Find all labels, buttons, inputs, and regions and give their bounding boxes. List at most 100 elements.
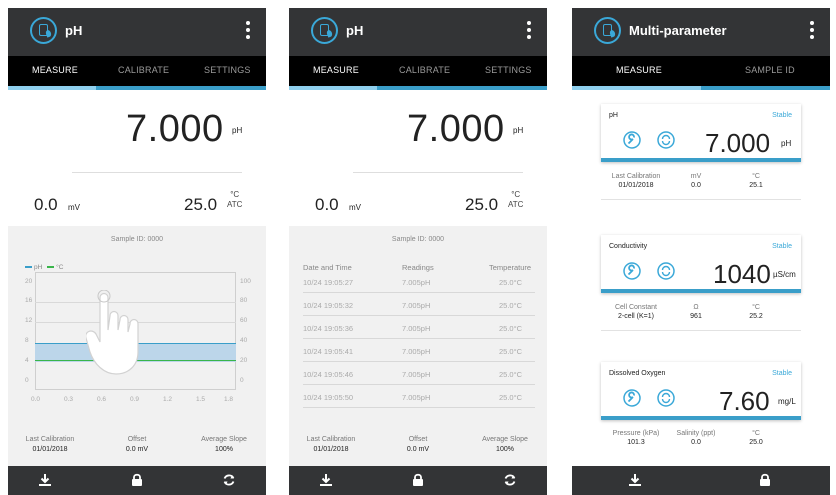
card-accent-bar: [601, 158, 801, 162]
y2-tick: 60: [240, 317, 248, 324]
y2-tick: 0: [240, 377, 244, 384]
mv-unit: mV: [68, 203, 80, 212]
tab-measure[interactable]: MEASURE: [313, 65, 359, 75]
x-tick: 1.8: [224, 396, 234, 403]
wrench-icon[interactable]: [623, 262, 641, 280]
card-title: pH: [609, 112, 618, 119]
y-tick: 12: [25, 317, 33, 324]
refresh-icon[interactable]: [222, 473, 236, 487]
tab-indicator: [289, 86, 547, 90]
kebab-menu-icon[interactable]: [246, 21, 250, 41]
water-drop-meter-icon[interactable]: [30, 17, 57, 44]
bottom-bar: [289, 466, 547, 495]
y-tick: 16: [25, 297, 33, 304]
card-dissolved-oxygen[interactable]: Dissolved Oxygen Stable 7.60 mg/L: [601, 362, 801, 420]
kebab-menu-icon[interactable]: [527, 21, 531, 41]
tab-settings[interactable]: SETTINGS: [485, 65, 532, 75]
download-icon[interactable]: [38, 473, 52, 487]
app-title: Multi-parameter: [629, 23, 727, 38]
x-tick: 1.5: [196, 396, 206, 403]
sample-id: Sample ID: 0000: [110, 236, 164, 243]
divider: [601, 330, 801, 331]
ph-reading: 7.000: [407, 108, 505, 150]
offset: Offset 0.0 mV: [406, 436, 430, 453]
tab-sample-id[interactable]: SAMPLE ID: [745, 65, 795, 75]
divider: [72, 172, 242, 173]
app-bar: pH: [8, 8, 266, 56]
refresh-icon[interactable]: [503, 473, 517, 487]
mv-unit: mV: [349, 203, 361, 212]
col-header-date: Date and Time: [303, 263, 352, 272]
last-calibration: Last Calibration 01/01/2018: [25, 436, 75, 453]
app-title: pH: [65, 23, 83, 38]
bottom-bar: [572, 466, 830, 495]
ph-reading: 7.000: [705, 128, 771, 158]
tab-measure[interactable]: MEASURE: [32, 65, 78, 75]
wrench-icon[interactable]: [623, 131, 641, 149]
tab-calibrate[interactable]: CALIBRATE: [399, 65, 450, 75]
conductivity-unit: µS/cm: [773, 270, 796, 279]
card-conductivity[interactable]: Conductivity Stable 1040 µS/cm: [601, 235, 801, 293]
screen-multi-parameter: Multi-parameter MEASURE SAMPLE ID pH Sta…: [572, 8, 830, 495]
readings-panel: Sample ID: 0000 Date and Time Readings T…: [289, 226, 547, 466]
ph-unit: pH: [781, 139, 792, 148]
download-icon[interactable]: [319, 473, 333, 487]
tab-indicator: [572, 86, 830, 90]
col-header-temperature: Temperature: [489, 263, 532, 272]
kebab-menu-icon[interactable]: [810, 21, 814, 41]
sync-icon[interactable]: [657, 262, 675, 280]
status-badge: Stable: [772, 370, 792, 377]
table-row[interactable]: 10/24 19:05:27 7.005pH 25.0°C: [303, 274, 535, 293]
water-drop-meter-icon[interactable]: [311, 17, 338, 44]
download-icon[interactable]: [628, 473, 642, 487]
last-calibration: Last Calibration 01/01/2018: [306, 436, 356, 453]
y2-tick: 40: [240, 337, 248, 344]
sample-id: Sample ID: 0000: [391, 236, 445, 243]
chart-legend: pH °C: [25, 264, 63, 271]
app-title: pH: [346, 23, 364, 38]
wrench-icon[interactable]: [623, 389, 641, 407]
temp-reading: 25.0: [184, 195, 218, 214]
card-accent-bar: [601, 289, 801, 293]
lock-icon[interactable]: [411, 473, 425, 487]
y-tick: 0: [25, 377, 29, 384]
table-row[interactable]: 10/24 19:05:36 7.005pH 25.0°C: [303, 320, 535, 339]
legend-temp: °C: [56, 264, 64, 271]
water-drop-meter-icon[interactable]: [594, 17, 621, 44]
app-bar: Multi-parameter: [572, 8, 830, 56]
legend-ph: pH: [34, 264, 43, 271]
ph-unit: pH: [513, 126, 524, 135]
ph-unit: pH: [232, 126, 243, 135]
lock-icon[interactable]: [130, 473, 144, 487]
offset: Offset 0.0 mV: [125, 436, 149, 453]
ph-reading: 7.000: [126, 108, 224, 150]
card-accent-bar: [601, 416, 801, 420]
tab-bar: MEASURE SAMPLE ID: [572, 56, 830, 86]
col-header-readings: Readings: [402, 263, 434, 272]
sync-icon[interactable]: [657, 389, 675, 407]
tab-settings[interactable]: SETTINGS: [204, 65, 251, 75]
sync-icon[interactable]: [657, 131, 675, 149]
table-row[interactable]: 10/24 19:05:41 7.005pH 25.0°C: [303, 343, 535, 362]
mv-reading: 0.0: [315, 195, 339, 214]
table-row[interactable]: 10/24 19:05:32 7.005pH 25.0°C: [303, 297, 535, 316]
lock-icon[interactable]: [758, 473, 772, 487]
card-title: Conductivity: [609, 243, 648, 250]
table-row[interactable]: 10/24 19:05:50 7.005pH 25.0°C: [303, 389, 535, 408]
screen-ph-measure-table: pH MEASURE CALIBRATE SETTINGS 7.000 pH 0…: [289, 8, 547, 495]
app-bar: pH: [289, 8, 547, 56]
average-slope: Average Slope 100%: [201, 436, 247, 453]
conductivity-reading: 1040: [713, 259, 771, 289]
tab-measure[interactable]: MEASURE: [616, 65, 662, 75]
screen-ph-measure-graph: pH MEASURE CALIBRATE SETTINGS 7.000 pH 0…: [8, 8, 266, 495]
card-ph[interactable]: pH Stable 7.000 pH: [601, 104, 801, 162]
bottom-bar: [8, 466, 266, 495]
y2-tick: 20: [240, 357, 248, 364]
card-title: Dissolved Oxygen: [609, 370, 666, 377]
graph-panel: Sample ID: 0000 pH °C 20 16 12 8 4 0 100…: [8, 226, 266, 466]
touch-gesture-icon: [86, 290, 139, 375]
table-row[interactable]: 10/24 19:05:46 7.005pH 25.0°C: [303, 366, 535, 385]
average-slope: Average Slope 100%: [482, 436, 528, 453]
tab-calibrate[interactable]: CALIBRATE: [118, 65, 169, 75]
y-tick: 8: [25, 337, 29, 344]
